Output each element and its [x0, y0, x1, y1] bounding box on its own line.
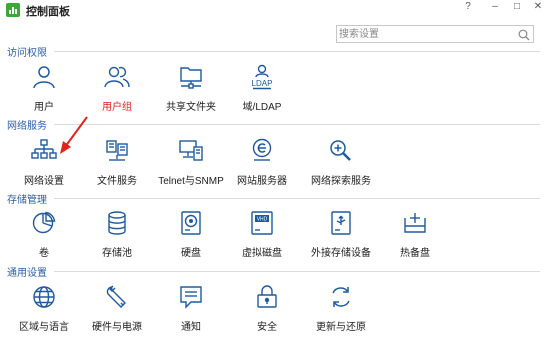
wrench-icon [104, 284, 130, 310]
vhd-icon-text: VHD [257, 217, 268, 223]
item-label: 网络探索服务 [311, 176, 371, 187]
network-icon [31, 138, 57, 164]
title-bar: 控制面板 ? – □ ✕ [0, 0, 548, 20]
web-server-icon [249, 138, 275, 164]
item-update-restore[interactable]: 更新与还原 [301, 284, 381, 338]
item-label: 更新与还原 [316, 322, 366, 333]
storage-pool-icon [104, 210, 130, 236]
section-divider [54, 51, 540, 52]
section-divider [54, 198, 540, 199]
item-hot-spare[interactable]: 热备盘 [375, 210, 455, 264]
shared-folder-icon [178, 64, 204, 90]
ldap-icon: LDAP [249, 64, 275, 90]
window-title: 控制面板 [26, 6, 70, 18]
search-icon[interactable] [518, 28, 530, 46]
section-title-access: 访问权限 [7, 48, 47, 59]
item-ldap[interactable]: LDAP 域/LDAP [222, 64, 302, 118]
hard-disk-icon [178, 210, 204, 236]
control-panel-app-icon [6, 3, 20, 17]
item-virtual-disk[interactable]: VHD 虚拟磁盘 [222, 210, 302, 264]
lock-icon [254, 284, 280, 310]
ldap-icon-text: LDAP [252, 79, 273, 88]
user-group-icon [104, 64, 130, 90]
minimize-button[interactable]: – [487, 1, 503, 12]
item-network-discovery[interactable]: 网络探索服务 [301, 138, 381, 192]
item-label: 热备盘 [400, 248, 430, 259]
item-web-server[interactable]: 网站服务器 [222, 138, 302, 192]
item-label: 域/LDAP [242, 102, 282, 113]
search-box[interactable] [336, 25, 534, 43]
section-title-network: 网络服务 [7, 121, 47, 132]
file-service-icon [104, 138, 130, 164]
telnet-icon [178, 138, 204, 164]
volume-icon [31, 210, 57, 236]
section-title-general: 通用设置 [7, 268, 47, 279]
section-divider [54, 124, 540, 125]
maximize-button[interactable]: □ [509, 1, 525, 12]
virtual-disk-icon: VHD [249, 210, 275, 236]
search-input[interactable] [339, 27, 509, 41]
external-storage-icon [328, 210, 354, 236]
update-icon [328, 284, 354, 310]
help-button[interactable]: ? [460, 1, 476, 12]
section-title-storage: 存储管理 [7, 195, 47, 206]
globe-icon [31, 284, 57, 310]
hot-spare-icon [402, 210, 428, 236]
notification-icon [178, 284, 204, 310]
section-divider [54, 271, 540, 272]
user-icon [31, 64, 57, 90]
close-button[interactable]: ✕ [530, 1, 546, 12]
discovery-icon [328, 138, 354, 164]
